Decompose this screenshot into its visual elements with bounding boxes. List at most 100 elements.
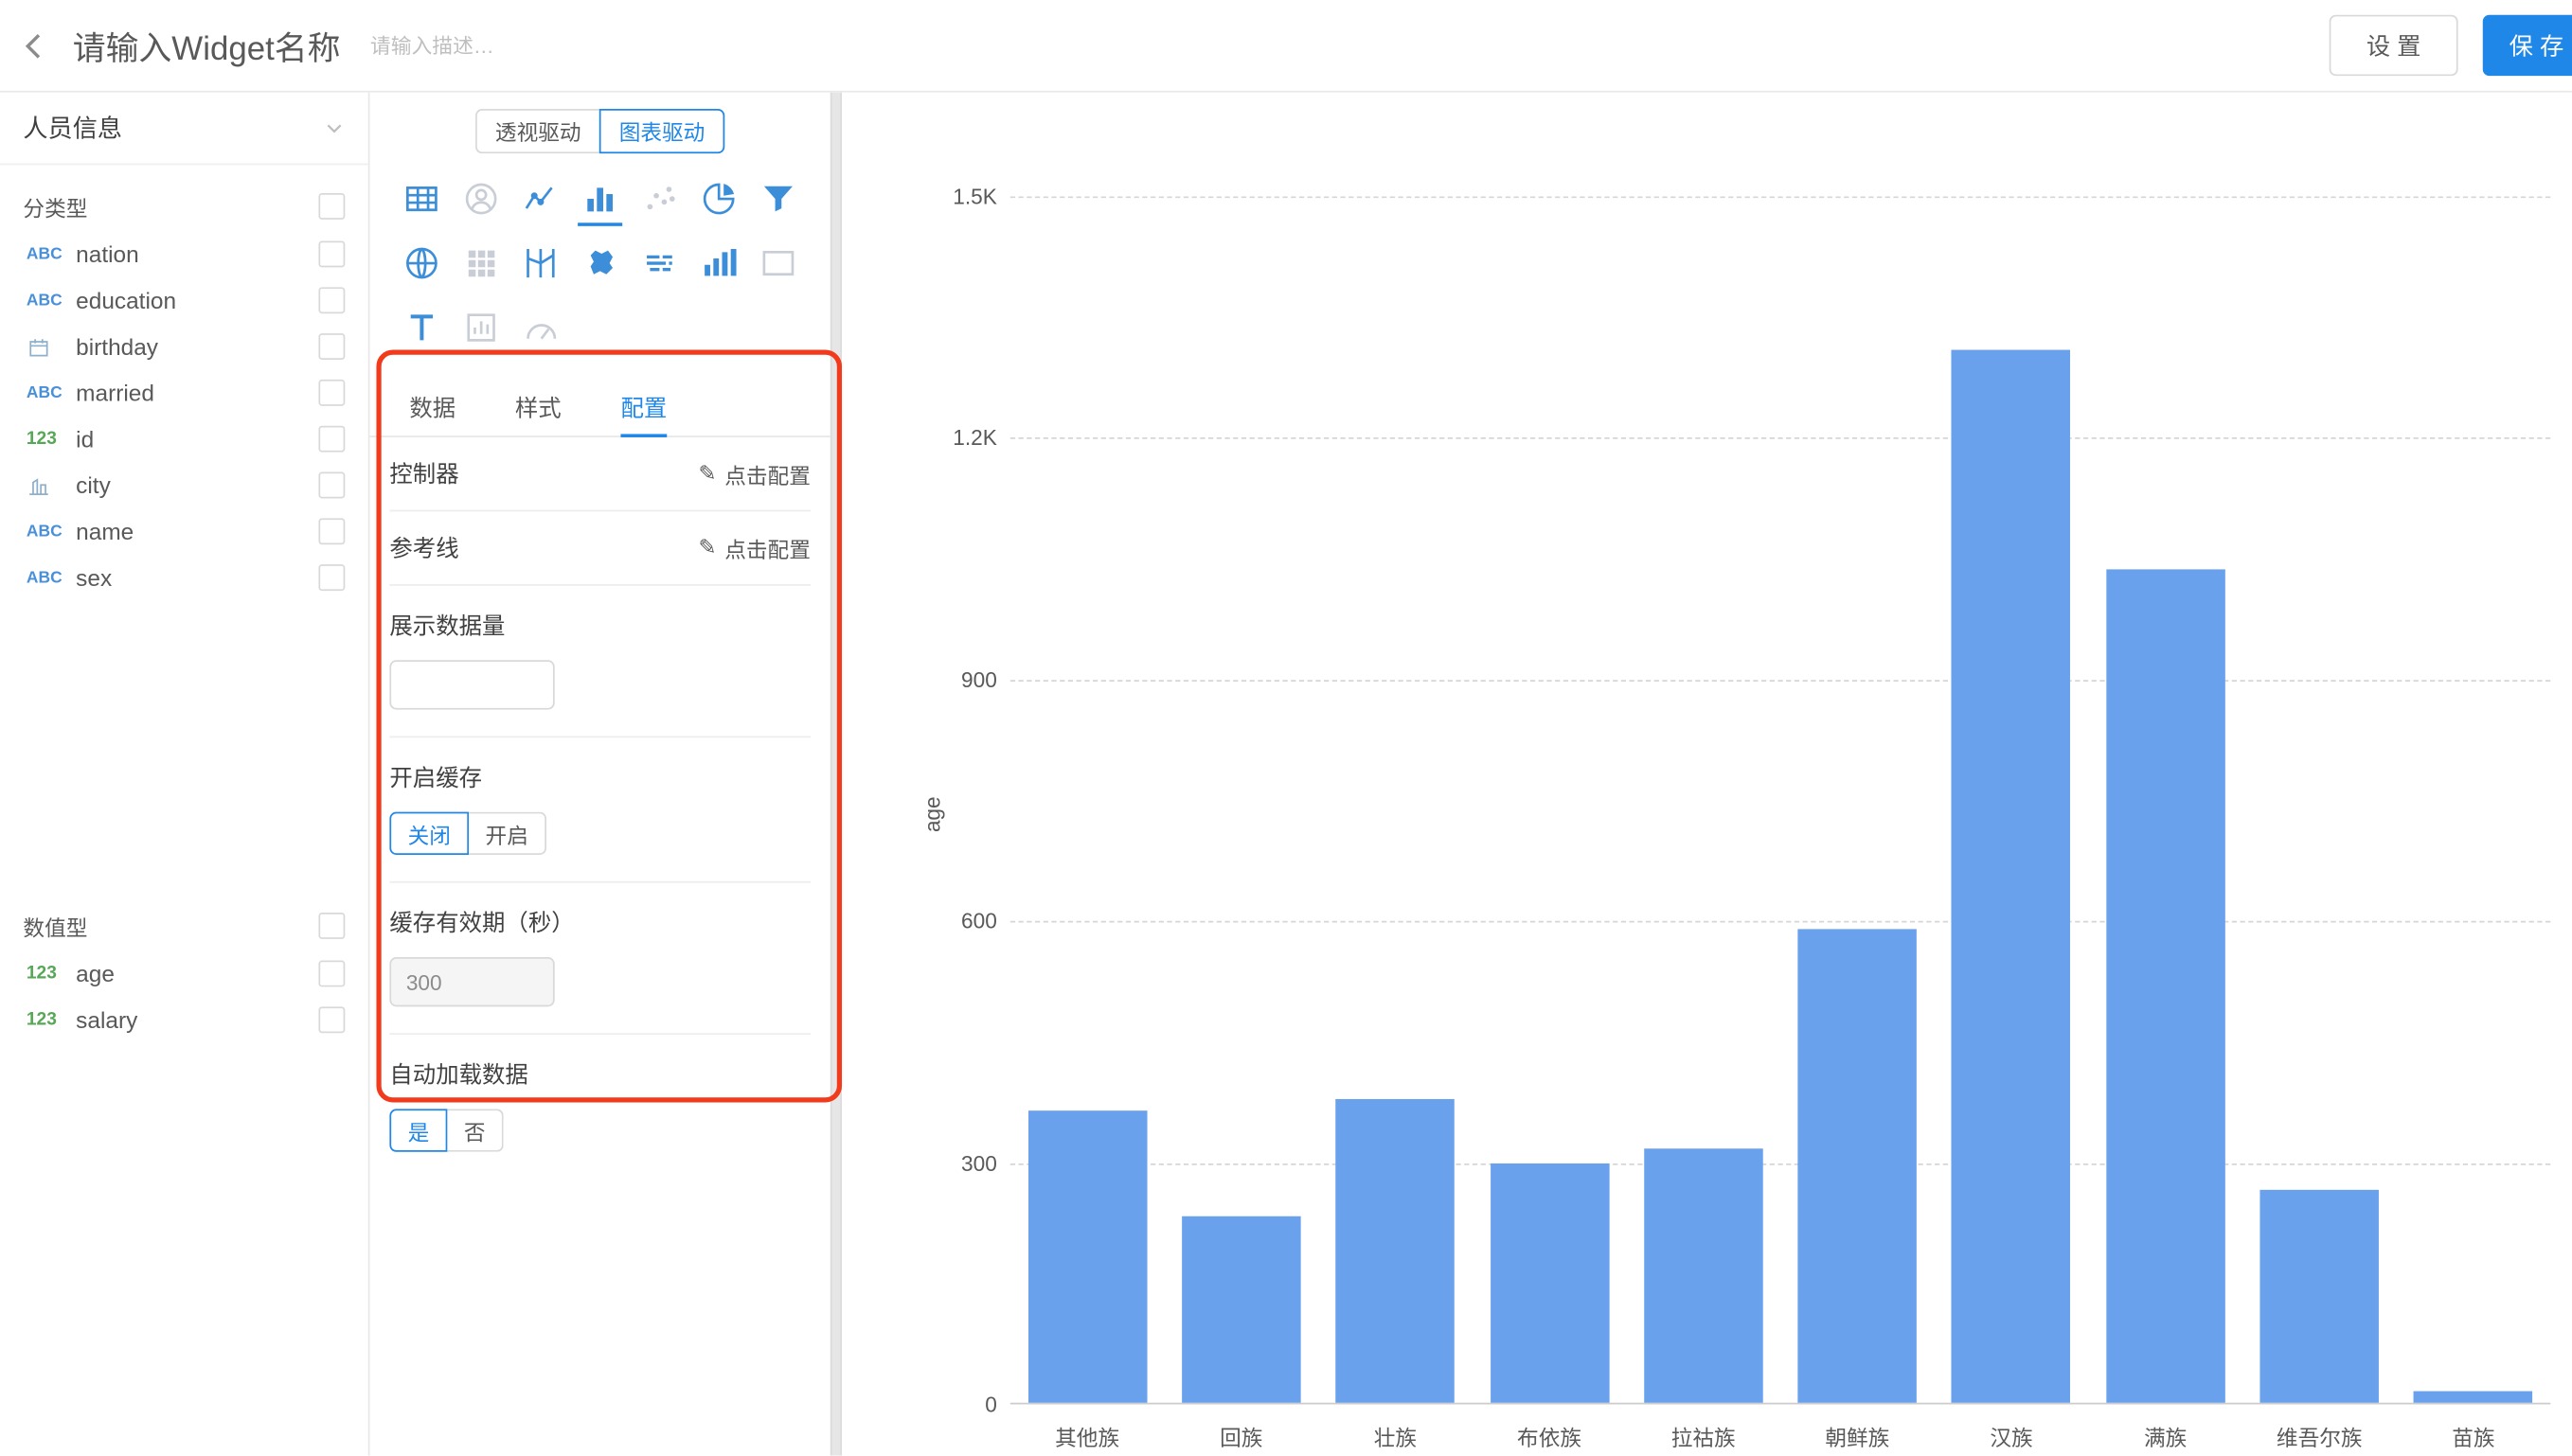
string-type-icon: ABC bbox=[27, 569, 76, 587]
chart-type-waterfall-icon[interactable] bbox=[689, 238, 749, 287]
cache-ttl-input[interactable] bbox=[389, 957, 554, 1006]
field-checkbox-age[interactable] bbox=[318, 961, 345, 987]
chart-type-user-icon[interactable] bbox=[451, 173, 510, 222]
field-name: salary bbox=[76, 1006, 137, 1033]
reference-line-config-link[interactable]: ✎ 点击配置 bbox=[699, 532, 811, 563]
display-count-input[interactable] bbox=[389, 660, 554, 709]
gridline bbox=[1010, 921, 2550, 923]
widget-title-input[interactable]: 请输入Widget名称 bbox=[73, 22, 341, 70]
chart-type-china-map-icon[interactable] bbox=[570, 238, 630, 287]
field-row-name[interactable]: ABCname bbox=[23, 508, 345, 555]
calendar-icon bbox=[27, 334, 76, 359]
field-name: birthday bbox=[76, 333, 158, 360]
cache-label: 开启缓存 bbox=[389, 761, 811, 794]
chart-type-iframe-icon[interactable] bbox=[749, 238, 809, 287]
field-checkbox-salary[interactable] bbox=[318, 1006, 345, 1033]
bar-汉族 bbox=[1952, 350, 2071, 1403]
chart-type-line-icon[interactable] bbox=[510, 173, 570, 222]
fields-sidebar: 人员信息 分类型 ABCnationABCeducation birthday AB… bbox=[0, 93, 369, 1456]
field-row-city[interactable]: city bbox=[23, 462, 345, 508]
field-checkbox-city[interactable] bbox=[318, 472, 345, 499]
back-button[interactable] bbox=[0, 10, 69, 80]
chart-type-table-icon[interactable] bbox=[391, 173, 451, 222]
y-tick-label: 1.5K bbox=[953, 184, 997, 208]
x-axis-labels: 其他族回族壮族布依族拉祜族朝鲜族汉族满族维吾尔族苗族 bbox=[1010, 1421, 2550, 1454]
string-type-icon: ABC bbox=[27, 292, 76, 310]
save-button[interactable]: 保 存 bbox=[2483, 15, 2572, 76]
controller-row: 控制器 ✎ 点击配置 bbox=[389, 437, 811, 511]
autoload-toggle: 是 否 bbox=[389, 1109, 811, 1151]
chart-type-parallel-icon[interactable] bbox=[510, 238, 570, 287]
field-row-age[interactable]: 123age bbox=[23, 950, 345, 997]
reference-line-label: 参考线 bbox=[389, 531, 458, 564]
field-checkbox-sex[interactable] bbox=[318, 564, 345, 591]
field-row-birthday[interactable]: birthday bbox=[23, 324, 345, 370]
cache-ttl-label: 缓存有效期（秒） bbox=[389, 906, 811, 939]
mode-pivot-driven[interactable]: 透视驱动 bbox=[475, 109, 599, 153]
mode-chart-driven[interactable]: 图表驱动 bbox=[599, 109, 725, 153]
chart-type-word-cloud-icon[interactable] bbox=[630, 238, 689, 287]
field-checkbox-birthday[interactable] bbox=[318, 333, 345, 360]
tab-style[interactable]: 样式 bbox=[515, 378, 562, 435]
string-type-icon: ABC bbox=[27, 383, 76, 401]
autoload-yes-button[interactable]: 是 bbox=[389, 1109, 447, 1151]
tab-config[interactable]: 配置 bbox=[620, 378, 667, 435]
field-row-id[interactable]: 123id bbox=[23, 416, 345, 462]
y-tick-label: 600 bbox=[961, 909, 997, 933]
number-type-icon: 123 bbox=[27, 429, 76, 449]
section-label: 分类型 bbox=[23, 190, 87, 222]
field-checkbox-name[interactable] bbox=[318, 518, 345, 544]
numeric-section: 数值型 123age123salary bbox=[0, 884, 368, 1042]
field-name: sex bbox=[76, 564, 112, 591]
chart-type-funnel-icon[interactable] bbox=[749, 173, 809, 222]
chart-type-bar-icon[interactable] bbox=[570, 173, 630, 222]
gridline bbox=[1010, 196, 2550, 198]
pencil-icon: ✎ bbox=[699, 535, 717, 561]
field-checkbox-id[interactable] bbox=[318, 426, 345, 453]
field-row-nation[interactable]: ABCnation bbox=[23, 231, 345, 277]
description-input[interactable] bbox=[370, 34, 601, 57]
bar-其他族 bbox=[1027, 1110, 1147, 1403]
chart-type-gauge-icon[interactable] bbox=[510, 302, 570, 351]
field-row-married[interactable]: ABCmarried bbox=[23, 369, 345, 416]
field-checkbox-married[interactable] bbox=[318, 380, 345, 406]
field-row-salary[interactable]: 123salary bbox=[23, 997, 345, 1043]
x-axis-label: 朝鲜族 bbox=[1780, 1421, 1935, 1452]
field-row-sex[interactable]: ABCsex bbox=[23, 555, 345, 601]
chart-type-text-icon[interactable] bbox=[391, 302, 451, 351]
chart-preview: age 03006009001.2K1.5K 其他族回族壮族布依族拉祜族朝鲜族汉… bbox=[842, 93, 2572, 1456]
x-axis-label: 满族 bbox=[2088, 1421, 2242, 1452]
y-tick-label: 300 bbox=[961, 1150, 997, 1175]
chart-type-globe-icon[interactable] bbox=[391, 238, 451, 287]
view-selector[interactable]: 人员信息 bbox=[0, 93, 368, 166]
chart-type-relation-icon[interactable] bbox=[451, 302, 510, 351]
chart-type-scatter-icon[interactable] bbox=[630, 173, 689, 222]
y-tick-label: 0 bbox=[985, 1392, 997, 1416]
tab-data[interactable]: 数据 bbox=[409, 378, 455, 435]
cache-ttl-group: 缓存有效期（秒） bbox=[389, 883, 811, 1035]
panel-scrollbar[interactable] bbox=[831, 93, 842, 1456]
autoload-group: 自动加载数据 是 否 bbox=[389, 1035, 811, 1179]
pencil-icon: ✎ bbox=[699, 460, 717, 487]
y-tick-label: 900 bbox=[961, 667, 997, 692]
autoload-no-button[interactable]: 否 bbox=[447, 1109, 503, 1151]
field-name: age bbox=[76, 961, 115, 987]
field-name: married bbox=[76, 380, 154, 406]
cache-off-button[interactable]: 关闭 bbox=[389, 812, 469, 855]
categorical-section-header: 分类型 bbox=[23, 182, 345, 231]
section-checkbox-numeric[interactable] bbox=[318, 913, 345, 939]
field-checkbox-nation[interactable] bbox=[318, 241, 345, 268]
settings-button[interactable]: 设 置 bbox=[2330, 15, 2458, 76]
reference-line-row: 参考线 ✎ 点击配置 bbox=[389, 511, 811, 585]
chart-type-heatmap-icon[interactable] bbox=[451, 238, 510, 287]
cache-on-button[interactable]: 开启 bbox=[469, 812, 546, 855]
bar-维吾尔族 bbox=[2260, 1189, 2380, 1402]
field-row-education[interactable]: ABCeducation bbox=[23, 277, 345, 324]
field-name: city bbox=[76, 472, 111, 499]
gridline bbox=[1010, 680, 2550, 682]
field-checkbox-education[interactable] bbox=[318, 287, 345, 313]
controller-config-link[interactable]: ✎ 点击配置 bbox=[699, 458, 811, 489]
chart-type-pie-icon[interactable] bbox=[689, 173, 749, 222]
section-checkbox-categorical[interactable] bbox=[318, 193, 345, 220]
string-type-icon: ABC bbox=[27, 523, 76, 541]
